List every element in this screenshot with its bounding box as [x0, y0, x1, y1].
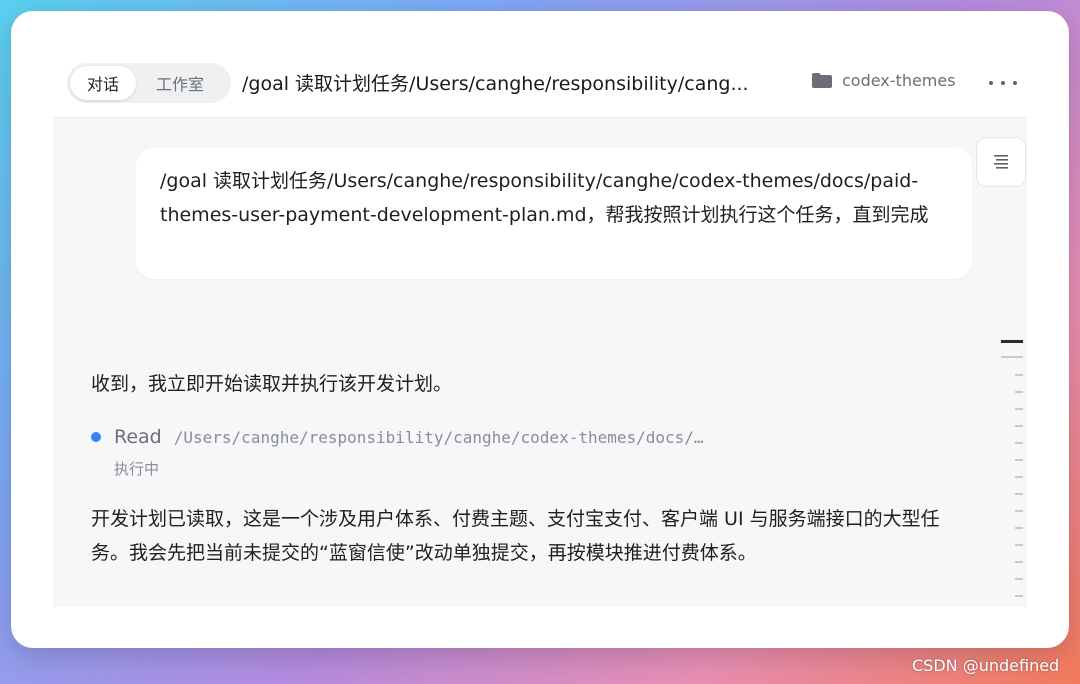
project-selector[interactable]: codex-themes	[811, 71, 956, 90]
mode-switch: 对话 工作室	[67, 63, 231, 103]
minimap-marker[interactable]	[1015, 544, 1023, 546]
minimap-marker[interactable]	[1015, 527, 1023, 529]
tool-action: Read	[114, 426, 162, 448]
outline-button[interactable]	[976, 137, 1026, 187]
minimap-marker[interactable]	[1015, 493, 1023, 495]
minimap-marker[interactable]	[1001, 356, 1023, 358]
folder-icon	[812, 73, 832, 88]
minimap-marker[interactable]	[1015, 561, 1023, 563]
project-name: codex-themes	[842, 71, 956, 90]
minimap-marker-active[interactable]	[1001, 340, 1023, 343]
header-bar: 对话 工作室 /goal 读取计划任务/Users/canghe/respons…	[11, 11, 1069, 116]
user-message: /goal 读取计划任务/Users/canghe/responsibility…	[136, 148, 972, 279]
assistant-message: 收到，我立即开始读取并执行该开发计划。	[91, 373, 453, 395]
minimap-marker[interactable]	[1015, 476, 1023, 478]
minimap-marker[interactable]	[1015, 459, 1023, 461]
tab-chat[interactable]: 对话	[70, 66, 136, 100]
status-dot	[91, 432, 101, 442]
tab-studio[interactable]: 工作室	[136, 66, 224, 100]
more-menu-icon[interactable]	[989, 71, 1017, 95]
tool-path: /Users/canghe/responsibility/canghe/code…	[173, 427, 704, 447]
minimap-marker[interactable]	[1015, 442, 1023, 444]
minimap-marker[interactable]	[1015, 578, 1023, 580]
minimap-marker[interactable]	[1015, 391, 1023, 393]
minimap-marker[interactable]	[1015, 408, 1023, 410]
minimap-marker[interactable]	[1015, 425, 1023, 427]
scroll-minimap[interactable]	[1001, 340, 1025, 602]
conversation-title: /goal 读取计划任务/Users/canghe/responsibility…	[242, 73, 749, 95]
tool-call[interactable]: Read /Users/canghe/responsibility/canghe…	[91, 426, 704, 448]
minimap-marker[interactable]	[1015, 595, 1023, 597]
minimap-marker[interactable]	[1015, 374, 1023, 376]
watermark: CSDN @undefined	[912, 656, 1060, 675]
tool-status: 执行中	[114, 460, 160, 478]
assistant-message-followup: 开发计划已读取，这是一个涉及用户体系、付费主题、支付宝支付、客户端 UI 与服务…	[91, 508, 940, 564]
list-icon	[994, 155, 1008, 169]
conversation-panel: /goal 读取计划任务/Users/canghe/responsibility…	[53, 117, 1027, 607]
app-window: 对话 工作室 /goal 读取计划任务/Users/canghe/respons…	[11, 11, 1069, 648]
minimap-marker[interactable]	[1015, 510, 1023, 512]
